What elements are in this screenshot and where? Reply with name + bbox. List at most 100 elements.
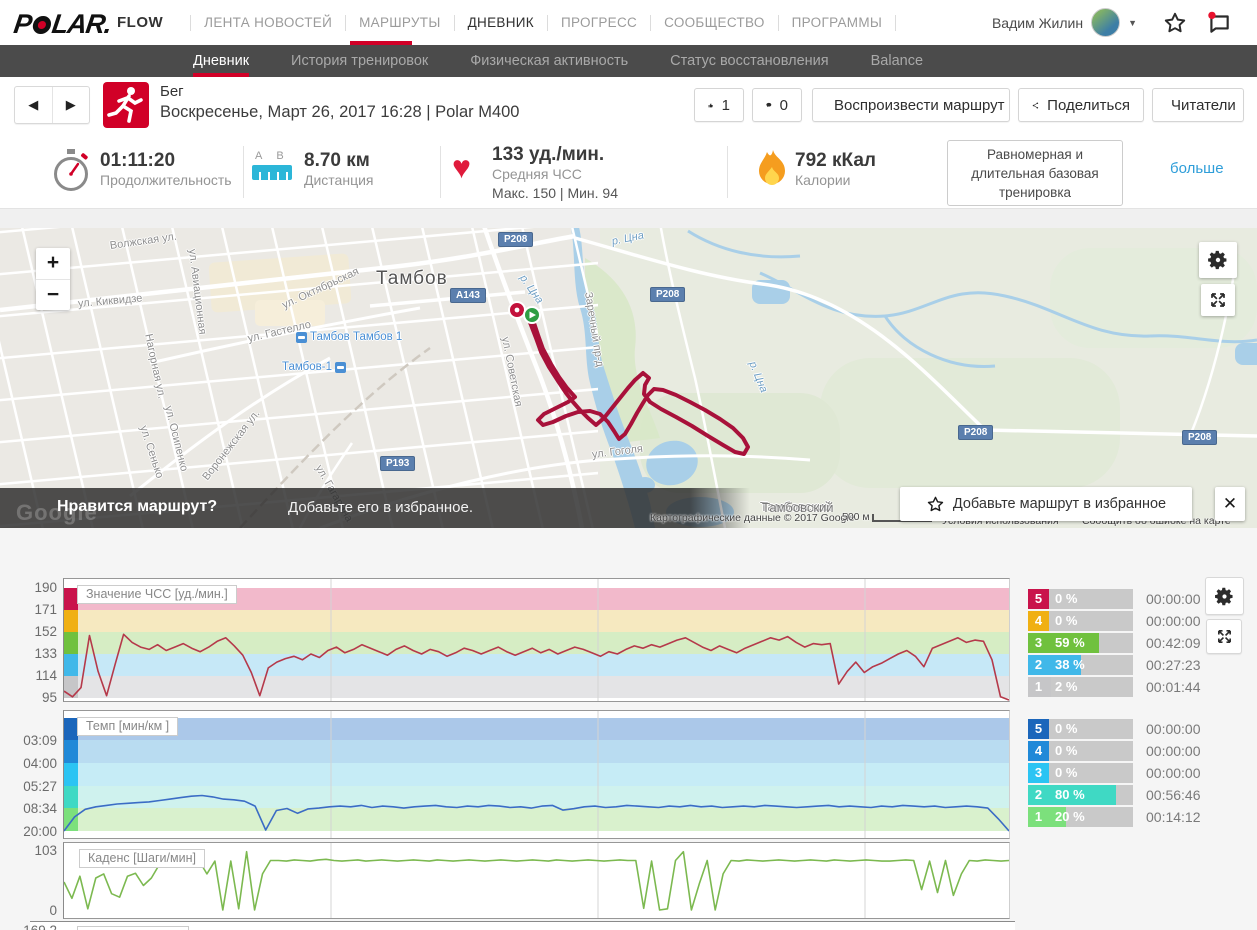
add-route-favorite-button[interactable]: Добавьте маршрут в избранное — [900, 487, 1192, 521]
road-badge[interactable]: Р208 — [958, 425, 993, 440]
prev-workout-button[interactable]: ◀ — [15, 87, 53, 123]
y-tick-label: 133 — [13, 646, 57, 661]
map-label: Тамбов — [376, 268, 448, 290]
cadence-chart-plot[interactable] — [63, 842, 1010, 919]
brand-flow[interactable]: FLOW — [117, 14, 177, 31]
pace-chart-plot[interactable] — [63, 710, 1010, 839]
zone-row: 40 % — [1028, 741, 1133, 761]
zoom-out-button[interactable]: − — [36, 280, 70, 311]
topnav-item-дневник[interactable]: ДНЕВНИК — [468, 15, 534, 30]
workout-header: ◀ ▶ Бег Воскресенье, Март 26, 2017 16:28… — [0, 77, 1257, 137]
subnav-item-история-тренировок[interactable]: История тренировок — [291, 45, 428, 77]
y-tick-label: 04:00 — [13, 756, 57, 771]
polar-logo[interactable]: PLAR. — [12, 9, 113, 40]
calories-label: Калории — [795, 171, 876, 190]
topnav-item-сообщество[interactable]: СООБЩЕСТВО — [664, 15, 765, 30]
subnav-item-статус-восстановления[interactable]: Статус восстановления — [670, 45, 828, 77]
chevron-down-icon[interactable]: ▼ — [1128, 18, 1137, 28]
flame-icon — [757, 149, 787, 191]
subnav-item-дневник[interactable]: Дневник — [193, 45, 249, 77]
zone-number: 2 — [1028, 655, 1049, 675]
stopwatch-icon — [50, 148, 92, 194]
zone-bar: 0 % — [1049, 763, 1133, 783]
charts-section: 19017115213311495 Значение ЧСС [уд./мин.… — [0, 528, 1257, 930]
subnav-item-физическая-активность[interactable]: Физическая активность — [470, 45, 628, 77]
y-tick-label: 114 — [13, 668, 57, 683]
point-b-label: B — [276, 150, 297, 162]
workout-datetime-device: Воскресенье, Март 26, 2017 16:28 | Polar… — [160, 103, 519, 122]
y-tick-label: 95 — [13, 690, 57, 705]
chart-fullscreen-button[interactable] — [1206, 619, 1242, 654]
zone-number: 5 — [1028, 719, 1049, 739]
zone-row: 50 % — [1028, 719, 1133, 739]
topnav-item-лента-новостей[interactable]: ЛЕНТА НОВОСТЕЙ — [204, 15, 332, 30]
nav-separator — [190, 15, 191, 31]
cadence-chart-legend: Каденс [Шаги/мин] — [79, 849, 205, 868]
expand-icon — [1209, 291, 1227, 309]
zone-time: 00:56:46 — [1146, 785, 1216, 805]
close-prompt-button[interactable]: ✕ — [1215, 487, 1245, 521]
map-attribution: Картографические данные © 2017 Google — [650, 512, 855, 524]
replay-route-button[interactable]: Воспроизвести маршрут — [812, 88, 1010, 122]
like-button[interactable]: 1 — [694, 88, 744, 122]
avatar[interactable] — [1091, 8, 1120, 37]
zone-time: 00:27:23 — [1146, 655, 1216, 675]
comment-count: 0 — [780, 97, 788, 114]
chart-settings-button[interactable] — [1205, 577, 1244, 615]
zone-percent: 80 % — [1055, 785, 1085, 805]
map-settings-button[interactable] — [1199, 242, 1237, 278]
road-badge[interactable]: Р193 — [380, 456, 415, 471]
logo-o-icon — [32, 16, 53, 34]
zone-percent: 0 % — [1055, 741, 1077, 761]
topnav-items: FLOW ЛЕНТА НОВОСТЕЙ МАРШРУТЫ ДНЕВНИК ПРОГРЕ… — [117, 0, 909, 45]
more-link[interactable]: больше — [1170, 160, 1224, 177]
zone-bar: 80 % — [1049, 785, 1133, 805]
user-name: Вадим Жилин — [992, 15, 1083, 31]
readers-button[interactable]: Читатели — [1152, 88, 1244, 122]
transit-icon — [335, 362, 346, 373]
zone-row: 50 % — [1028, 589, 1133, 609]
road-badge[interactable]: Р208 — [1182, 430, 1217, 445]
expand-icon — [1216, 628, 1233, 645]
zoom-in-button[interactable]: + — [36, 248, 70, 280]
share-icon — [1032, 97, 1039, 114]
topnav-item-прогресс[interactable]: ПРОГРЕСС — [561, 15, 637, 30]
point-a-label: A — [255, 150, 276, 162]
road-badge[interactable]: Р208 — [650, 287, 685, 302]
zone-percent: 59 % — [1055, 633, 1085, 653]
heart-icon: ♥ — [452, 152, 471, 182]
nav-separator — [454, 15, 455, 31]
topnav-item-маршруты[interactable]: МАРШРУТЫ — [359, 15, 441, 30]
zone-time: 00:01:44 — [1146, 677, 1216, 697]
next-workout-button[interactable]: ▶ — [53, 87, 90, 123]
avg-hr-label: Средняя ЧСС — [492, 165, 618, 184]
subnav-item-balance[interactable]: Balance — [871, 45, 923, 77]
zone-percent: 38 % — [1055, 655, 1085, 675]
zone-number: 3 — [1028, 763, 1049, 783]
favorites-star-icon[interactable] — [1162, 10, 1188, 36]
user-menu[interactable]: Вадим Жилин ▼ — [992, 0, 1137, 45]
topnav-item-программы[interactable]: ПРОГРАММЫ — [792, 15, 882, 30]
nav-separator — [895, 15, 896, 31]
map-fullscreen-button[interactable] — [1201, 284, 1235, 316]
zone-time: 00:00:00 — [1146, 741, 1216, 761]
zone-bar: 0 % — [1049, 589, 1133, 609]
notifications-icon[interactable] — [1206, 10, 1232, 36]
training-benefit-card[interactable]: Равномерная и длительная базовая трениро… — [947, 140, 1123, 206]
y-tick-label: 103 — [13, 843, 57, 858]
road-badge[interactable]: А143 — [450, 288, 486, 303]
share-button[interactable]: Поделиться — [1018, 88, 1144, 122]
altitude-ytick: 169.2 — [13, 923, 57, 930]
road-badge[interactable]: Р208 — [498, 232, 533, 247]
share-label: Поделиться — [1047, 97, 1130, 114]
map-zoom-control: + − — [36, 248, 70, 310]
route-map[interactable]: Волжская ул.ул. Авиационнаяул. Октябрьск… — [0, 228, 1257, 528]
map-label: Тамбов-1 — [282, 361, 346, 373]
avg-hr-value: 133 уд./мин. — [492, 144, 618, 165]
star-icon — [926, 495, 945, 514]
divider — [440, 146, 441, 198]
gear-icon — [1207, 249, 1229, 271]
readers-label: Читатели — [1171, 97, 1236, 114]
comment-button[interactable]: 0 — [752, 88, 802, 122]
workout-sport-title: Бег — [160, 83, 184, 100]
